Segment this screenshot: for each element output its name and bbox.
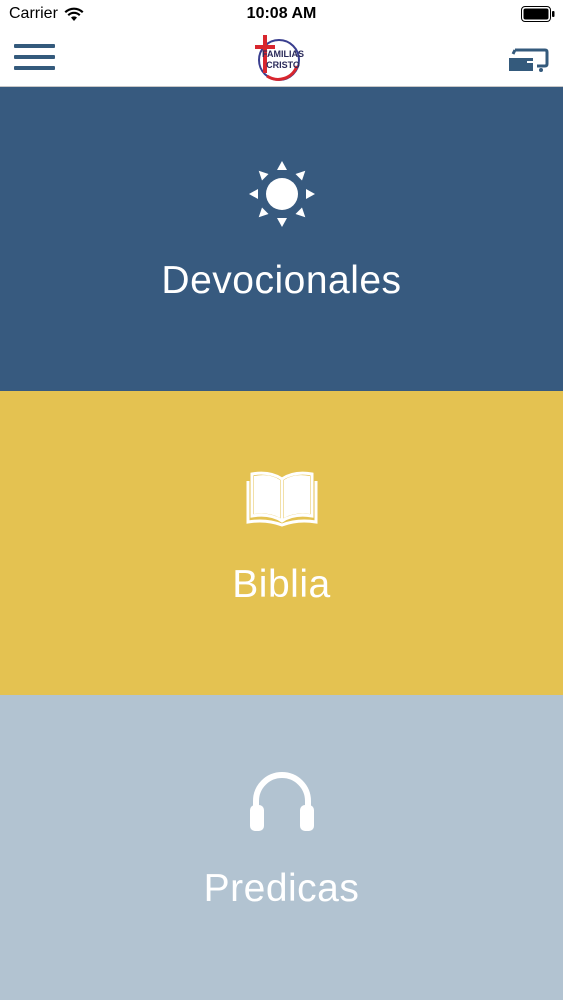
hamburger-menu-icon[interactable] — [14, 42, 56, 74]
cast-icon[interactable] — [507, 44, 549, 74]
logo-line1: FAMILIAS — [262, 49, 304, 59]
app-logo: FAMILIAS CRISTO — [247, 33, 307, 83]
headphones-icon — [0, 769, 563, 835]
status-time: 10:08 AM — [246, 5, 317, 22]
tile-label-biblia: Biblia — [232, 563, 331, 606]
tile-predicas[interactable]: Predicas — [0, 695, 563, 1000]
battery-icon — [521, 6, 555, 27]
open-book-icon — [0, 469, 563, 529]
nav-bar: FAMILIAS CRISTO — [0, 30, 563, 87]
logo-line2: CRISTO — [266, 60, 300, 70]
tile-biblia[interactable]: Biblia — [0, 391, 563, 695]
status-bar: Carrier 10:08 AM — [0, 0, 563, 30]
sun-icon — [0, 159, 563, 229]
tile-devocionales[interactable]: Devocionales — [0, 87, 563, 391]
tile-label-predicas: Predicas — [203, 867, 360, 910]
tile-label-devocionales: Devocionales — [161, 259, 402, 302]
